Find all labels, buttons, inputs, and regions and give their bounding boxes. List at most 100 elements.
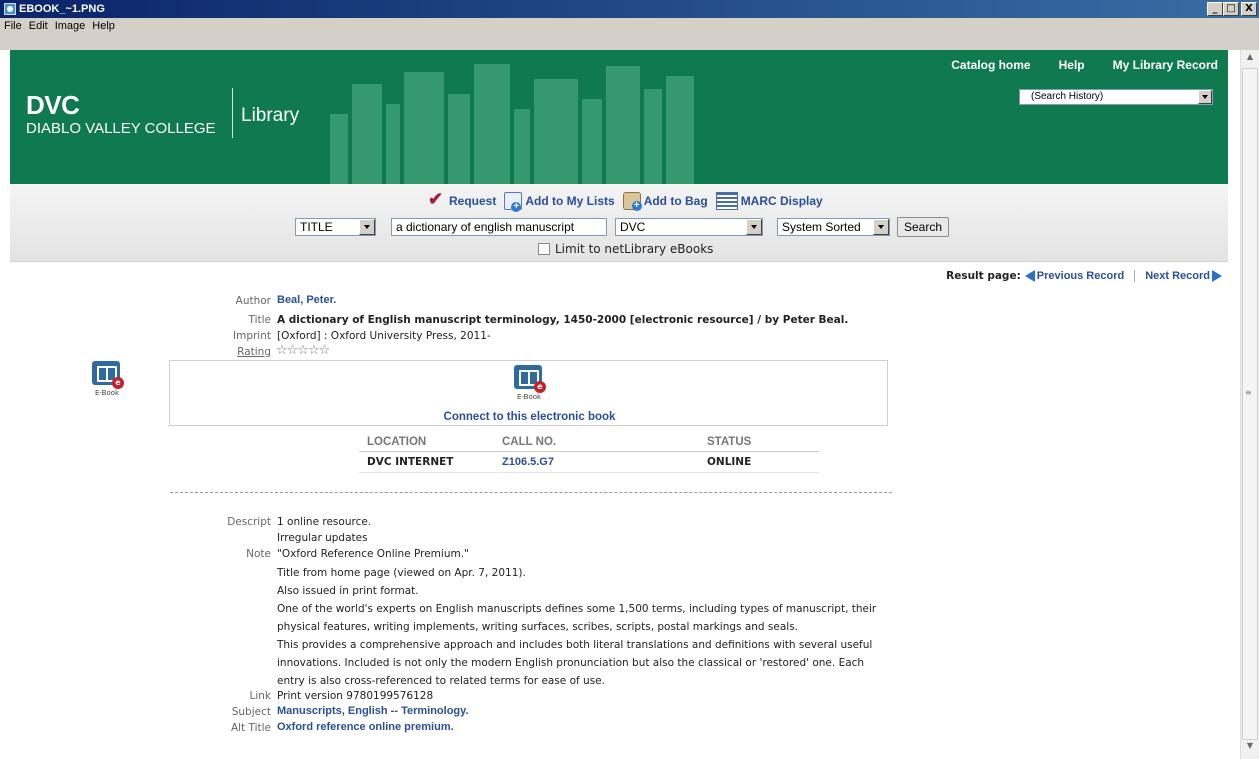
section-divider (170, 492, 892, 493)
record-actions: Request Add to My Lists Add to Bag MARC … (428, 189, 826, 212)
descript-line-2: Irregular updates (277, 532, 368, 544)
rating-label[interactable]: Rating (11, 346, 271, 358)
chevron-down-icon[interactable] (746, 219, 762, 235)
limit-netlibrary-label: Limit to netLibrary eBooks (555, 242, 714, 256)
marc-record-icon (715, 192, 738, 210)
my-library-record-link[interactable]: My Library Record (1113, 58, 1218, 72)
sort-value: System Sorted (782, 220, 861, 234)
rating-stars-icon[interactable]: ☆☆☆☆☆ (276, 343, 330, 358)
next-record-label: Next Record (1145, 270, 1210, 282)
menu-image[interactable]: Image (55, 20, 86, 32)
ebook-access-box: e E-Book Connect to this electronic book (169, 360, 888, 426)
scope-value: DVC (620, 220, 646, 234)
note-line-2: Title from home page (viewed on Apr. 7, … (277, 567, 526, 579)
previous-record-label: Previous Record (1036, 270, 1125, 282)
table-row: DVC INTERNET Z106.5.G7 ONLINE (359, 451, 819, 473)
request-label: Request (449, 194, 497, 208)
minimize-button[interactable]: _ (1207, 2, 1223, 16)
ebook-link-icon[interactable]: e E-Book (514, 365, 546, 405)
search-history-value: (Search History) (1031, 91, 1104, 102)
chevron-down-icon[interactable] (359, 219, 375, 235)
subject-link[interactable]: Manuscripts, English -- Terminology. (277, 705, 469, 717)
limit-netlibrary-checkbox[interactable] (538, 243, 550, 255)
library-title: Library (241, 105, 300, 126)
close-button[interactable]: X (1241, 2, 1257, 16)
menu-help[interactable]: Help (92, 20, 115, 32)
checkmark-icon (428, 189, 446, 210)
scroll-down-icon[interactable]: ▼ (1241, 741, 1259, 757)
status-header: STATUS (699, 434, 819, 452)
chevron-down-icon[interactable] (873, 219, 889, 235)
link-label: Link (249, 690, 271, 702)
search-type-value: TITLE (300, 220, 333, 234)
nav-divider (1134, 270, 1136, 282)
add-to-bag-label: Add to Bag (643, 194, 708, 208)
rating-label-text: Rating (237, 346, 271, 358)
note-label: Note (246, 548, 271, 560)
search-button[interactable]: Search (897, 217, 949, 237)
college-name: DIABLO VALLEY COLLEGE (26, 120, 216, 137)
image-viewer-icon (4, 3, 16, 15)
scroll-up-icon[interactable]: ▲ (1241, 52, 1259, 68)
search-input[interactable]: a dictionary of english manuscript (391, 218, 607, 236)
status-cell: ONLINE (699, 451, 819, 473)
bag-icon (622, 192, 642, 211)
connect-ebook-link[interactable]: Connect to this electronic book (170, 411, 889, 423)
subject-label: Subject (231, 706, 271, 718)
maximize-button[interactable]: □ (1223, 2, 1239, 16)
call-number-link[interactable]: Z106.5.G7 (494, 451, 699, 473)
ebook-icon: e E-Book (92, 361, 124, 401)
holdings-table: LOCATION CALL NO. STATUS DVC INTERNET Z1… (359, 434, 819, 473)
menu-bar: File Edit Image Help (0, 18, 1259, 50)
result-page-label: Result page: (946, 270, 1021, 282)
marc-display-label: MARC Display (740, 194, 823, 208)
call-no-header: CALL NO. (494, 434, 699, 452)
link-value: Print version 9780199576128 (277, 690, 434, 702)
request-button[interactable]: Request (428, 189, 497, 210)
vertical-scrollbar[interactable]: ▲ ≡ ▼ (1240, 50, 1259, 759)
alt-title-label: Alt Title (230, 722, 271, 734)
record-title: A dictionary of English manuscript termi… (277, 314, 849, 326)
add-to-bag-button[interactable]: Add to Bag (622, 192, 708, 211)
menu-file[interactable]: File (4, 20, 22, 32)
library-banner: DVC DIABLO VALLEY COLLEGE Library Catalo… (10, 50, 1228, 184)
scope-select[interactable]: DVC (615, 218, 763, 236)
holdings-header-row: LOCATION CALL NO. STATUS (359, 434, 819, 452)
descript-label: Descript (227, 516, 271, 528)
scrollbar-thumb[interactable] (1242, 68, 1258, 740)
alt-title-link[interactable]: Oxford reference online premium. (277, 721, 454, 733)
note-line-8: entry is also cross-referenced to relate… (277, 675, 605, 687)
previous-record-link[interactable]: Previous Record (1024, 270, 1125, 282)
ebook-icon-label: E-Book (94, 389, 120, 397)
imprint-label: Imprint (233, 330, 271, 342)
descript-line-1: 1 online resource. (277, 516, 372, 528)
add-to-my-lists-button[interactable]: Add to My Lists (504, 192, 615, 212)
marc-display-button[interactable]: MARC Display (715, 192, 823, 210)
ebook-link-icon-label: E-Book (516, 393, 542, 401)
arrow-right-icon (1212, 270, 1222, 282)
chevron-down-icon[interactable] (1198, 90, 1212, 104)
top-links: Catalog home Help My Library Record (951, 58, 1218, 72)
record-navigation: Result page: Previous Record Next Record (946, 270, 1222, 282)
note-line-7: innovations. Included is not only the mo… (277, 657, 865, 669)
catalog-home-link[interactable]: Catalog home (951, 58, 1030, 72)
help-link[interactable]: Help (1059, 58, 1085, 72)
dvc-logo[interactable]: DVC (26, 90, 80, 121)
scroll-grip-icon: ≡ (1245, 388, 1252, 397)
next-record-link[interactable]: Next Record (1145, 270, 1222, 282)
note-line-3: Also issued in print format. (277, 585, 419, 597)
window-title: EBOOK_~1.PNG (19, 3, 105, 15)
menu-edit[interactable]: Edit (29, 20, 48, 32)
author-link[interactable]: Beal, Peter. (277, 294, 336, 306)
search-toolbar: Request Add to My Lists Add to Bag MARC … (10, 184, 1228, 262)
note-line-1: "Oxford Reference Online Premium." (277, 548, 469, 560)
location-header: LOCATION (359, 434, 494, 452)
search-history-select[interactable]: (Search History) (1019, 89, 1213, 105)
arrow-left-icon (1024, 270, 1035, 282)
location-cell: DVC INTERNET (359, 451, 494, 473)
imprint-value: [Oxford] : Oxford University Press, 2011… (277, 330, 491, 342)
search-type-select[interactable]: TITLE (295, 218, 376, 236)
title-label: Title (248, 314, 271, 326)
add-to-my-lists-label: Add to My Lists (525, 194, 615, 208)
sort-select[interactable]: System Sorted (777, 218, 890, 236)
